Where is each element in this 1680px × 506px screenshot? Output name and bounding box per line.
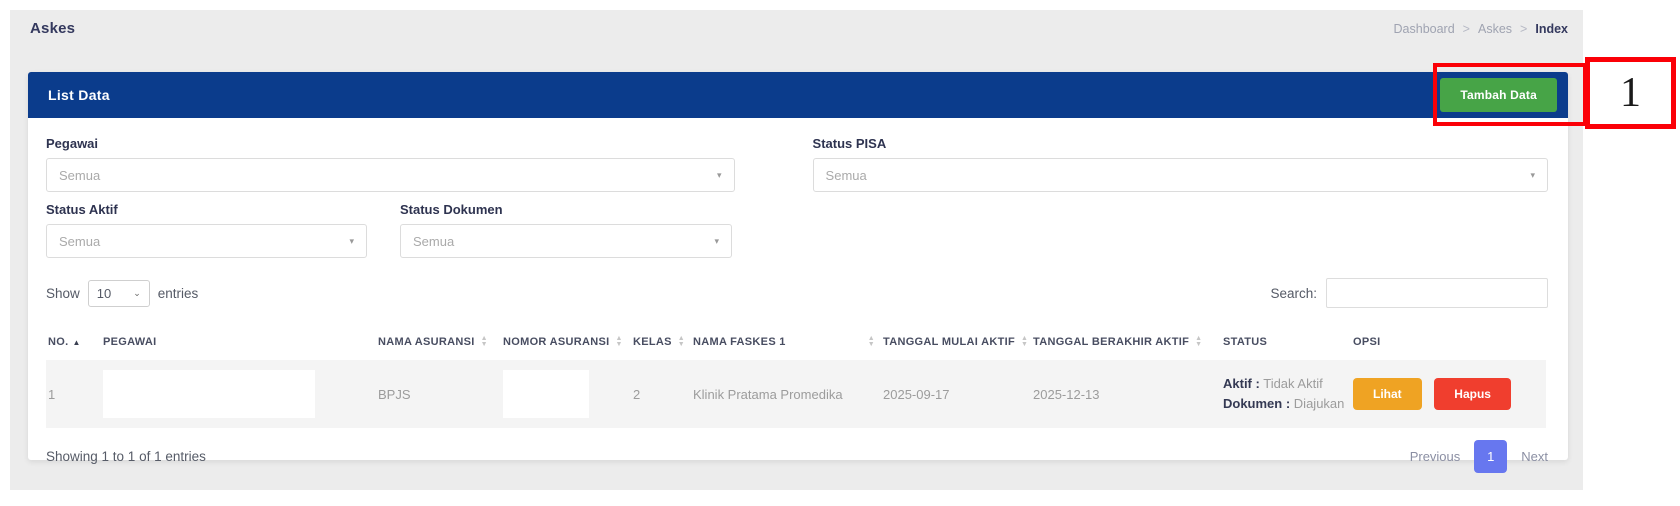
cell-no: 1 [46, 360, 101, 428]
redacted-pegawai-value [103, 370, 315, 418]
breadcrumb-separator-icon: > [1463, 22, 1470, 36]
card-body: Pegawai Semua ▾ Status PISA Semua ▾ Stat… [28, 118, 1568, 473]
filter-status-pisa-value: Semua [826, 168, 867, 183]
filter-status-dokumen-label: Status Dokumen [400, 202, 732, 217]
filter-status-dokumen-select[interactable]: Semua ▾ [400, 224, 732, 258]
lihat-button[interactable]: Lihat [1353, 378, 1422, 410]
cell-tanggal-mulai: 2025-09-17 [881, 360, 1031, 428]
filter-status-aktif-label: Status Aktif [46, 202, 367, 217]
dropdown-caret-icon: ▾ [714, 236, 719, 247]
pagination-next[interactable]: Next [1521, 449, 1548, 464]
sort-icon: ▲▼ [1021, 336, 1028, 348]
list-data-card: List Data Tambah Data Pegawai Semua ▾ St… [28, 72, 1568, 460]
entries-per-page-value: 10 [97, 286, 111, 301]
breadcrumb: Dashboard > Askes > Index [1394, 22, 1568, 36]
sort-icon: ▲▼ [678, 336, 685, 348]
column-header-nama-asuransi[interactable]: NAMA ASURANSI▲▼ [376, 324, 501, 360]
column-header-tanggal-mulai[interactable]: TANGGAL MULAI AKTIF▲▼ [881, 324, 1031, 360]
cell-status: Aktif : Tidak Aktif Dokumen : Diajukan [1221, 360, 1351, 428]
table-info: Showing 1 to 1 of 1 entries [46, 449, 206, 464]
sort-icon: ▲▼ [1195, 336, 1202, 348]
dropdown-caret-icon: ▾ [349, 236, 354, 247]
cell-tanggal-berakhir: 2025-12-13 [1031, 360, 1221, 428]
column-header-nomor-asuransi[interactable]: NOMOR ASURANSI▲▼ [501, 324, 631, 360]
column-header-pegawai[interactable]: PEGAWAI [101, 324, 376, 360]
page-header: Askes Dashboard > Askes > Index [30, 20, 1568, 37]
filter-pegawai-label: Pegawai [46, 136, 735, 151]
search-input[interactable] [1326, 278, 1548, 308]
breadcrumb-separator-icon: > [1520, 22, 1527, 36]
status-aktif-value: Tidak Aktif [1263, 376, 1322, 391]
column-header-tanggal-berakhir[interactable]: TANGGAL BERAKHIR AKTIF▲▼ [1031, 324, 1221, 360]
card-header: List Data Tambah Data [28, 72, 1568, 118]
column-header-opsi: OPSI [1351, 324, 1546, 360]
column-header-nama-faskes[interactable]: NAMA FASKES 1▲▼ [691, 324, 881, 360]
breadcrumb-dashboard[interactable]: Dashboard [1394, 22, 1455, 36]
breadcrumb-askes[interactable]: Askes [1478, 22, 1512, 36]
cell-pegawai [101, 360, 376, 428]
sort-asc-icon: ▲ [72, 338, 80, 347]
sort-icon: ▲▼ [481, 336, 488, 348]
table-row: 1 BPJS 2 Klinik Pratama Promedika 2025-0… [46, 360, 1546, 428]
filter-status-pisa: Status PISA Semua ▾ [813, 136, 1548, 192]
redacted-nomor-asuransi-value [503, 370, 589, 418]
filter-status-dokumen-value: Semua [413, 234, 454, 249]
sort-icon: ▲▼ [615, 336, 622, 348]
page-title: Askes [30, 20, 75, 37]
hapus-button[interactable]: Hapus [1434, 378, 1511, 410]
cell-nama-faskes: Klinik Pratama Promedika [691, 360, 881, 428]
filter-status-pisa-select[interactable]: Semua ▾ [813, 158, 1548, 192]
card-title: List Data [48, 87, 110, 103]
pagination: Previous 1 Next [1410, 440, 1548, 473]
pagination-previous[interactable]: Previous [1410, 449, 1461, 464]
dropdown-caret-icon: ▾ [1530, 170, 1535, 181]
filter-status-aktif-select[interactable]: Semua ▾ [46, 224, 367, 258]
cell-nomor-asuransi [501, 360, 631, 428]
askes-table: NO.▲ PEGAWAI NAMA ASURANSI▲▼ NOMOR ASURA… [46, 324, 1546, 428]
annotation-number-badge: 1 [1585, 57, 1676, 129]
status-aktif-label: Aktif : [1223, 376, 1260, 391]
sort-icon: ▲▼ [868, 336, 875, 348]
status-dokumen-value: Diajukan [1294, 396, 1345, 411]
search-control: Search: [1270, 278, 1548, 308]
show-label: Show [46, 286, 80, 301]
entries-length-control: Show 10 ⌄ entries [46, 280, 198, 307]
filter-status-aktif: Status Aktif Semua ▾ [46, 202, 367, 258]
filter-pegawai-value: Semua [59, 168, 100, 183]
cell-nama-asuransi: BPJS [376, 360, 501, 428]
filter-status-dokumen: Status Dokumen Semua ▾ [400, 202, 732, 258]
search-label: Search: [1270, 286, 1317, 301]
column-header-no[interactable]: NO.▲ [46, 324, 101, 360]
filter-status-aktif-value: Semua [59, 234, 100, 249]
column-header-kelas[interactable]: KELAS▲▼ [631, 324, 691, 360]
entries-per-page-select[interactable]: 10 ⌄ [88, 280, 150, 307]
filter-pegawai-select[interactable]: Semua ▾ [46, 158, 735, 192]
breadcrumb-index-active: Index [1535, 22, 1568, 36]
filter-pegawai: Pegawai Semua ▾ [46, 136, 735, 192]
table-header-row: NO.▲ PEGAWAI NAMA ASURANSI▲▼ NOMOR ASURA… [46, 324, 1546, 360]
status-dokumen-label: Dokumen : [1223, 396, 1290, 411]
dropdown-caret-icon: ▾ [717, 170, 722, 181]
cell-opsi: Lihat Hapus [1351, 360, 1546, 428]
column-header-status: STATUS [1221, 324, 1351, 360]
tambah-data-button[interactable]: Tambah Data [1440, 78, 1557, 112]
entries-label: entries [158, 286, 199, 301]
pagination-page-1[interactable]: 1 [1474, 440, 1507, 473]
dropdown-caret-icon: ⌄ [133, 288, 141, 299]
filter-status-pisa-label: Status PISA [813, 136, 1548, 151]
cell-kelas: 2 [631, 360, 691, 428]
